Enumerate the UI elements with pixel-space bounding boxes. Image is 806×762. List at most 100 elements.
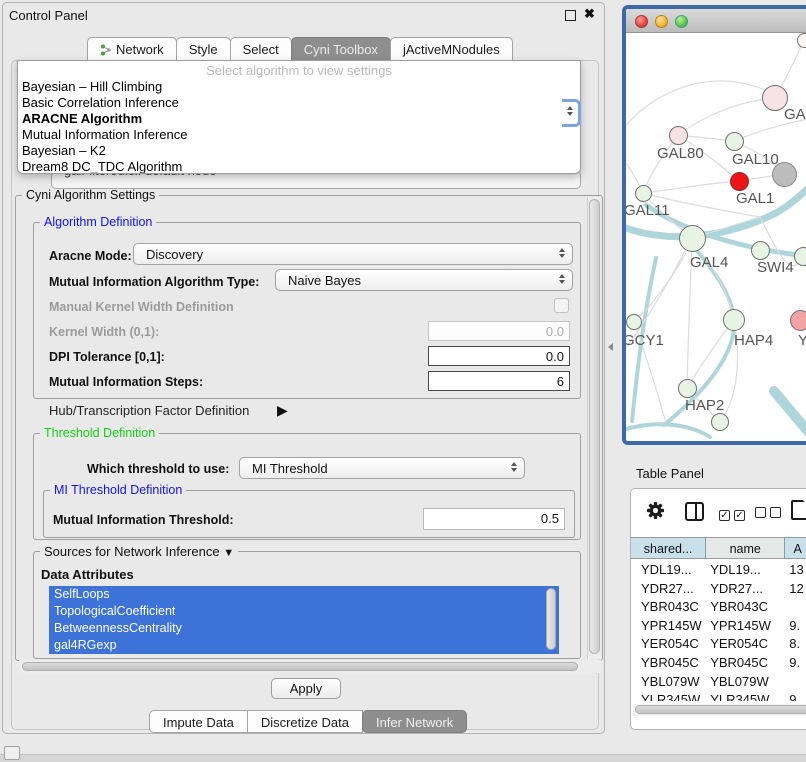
column-header-shared-name[interactable]: shared...	[631, 538, 706, 558]
cell: 9.	[785, 690, 806, 701]
cell: YBR043C	[631, 597, 706, 616]
tab-impute-data[interactable]: Impute Data	[149, 710, 248, 733]
table-row[interactable]: YER054CYER054C8.	[631, 634, 806, 653]
apply-button[interactable]: Apply	[271, 678, 341, 699]
gene-node-hap2[interactable]	[678, 379, 697, 398]
gene-node[interactable]	[797, 33, 806, 48]
attributes-scrollbar[interactable]	[546, 588, 556, 650]
minimize-traffic-light[interactable]	[655, 15, 668, 28]
gene-node-hap4[interactable]	[723, 309, 745, 331]
settings-hscrollbar-thumb[interactable]	[22, 662, 578, 671]
mi-steps-label: Mutual Information Steps:	[49, 375, 203, 389]
cell: YBL079W	[706, 672, 785, 691]
gene-node[interactable]	[794, 247, 806, 266]
settings-scrollbar-thumb[interactable]	[589, 199, 600, 654]
panel-divider-handle[interactable]	[608, 343, 613, 351]
algorithm-option[interactable]: Mutual Information Inference	[18, 127, 580, 143]
tab-infer-network[interactable]: Infer Network	[362, 710, 467, 733]
columns-icon[interactable]	[685, 502, 704, 521]
cell: 9.	[785, 653, 806, 672]
settings-scrollbar[interactable]	[587, 197, 601, 659]
tab-discretize-data[interactable]: Discretize Data	[247, 710, 363, 733]
deselect-all-checks-icon[interactable]	[755, 505, 785, 523]
dock-panel-icon[interactable]	[4, 746, 20, 760]
tab-select-label: Select	[243, 42, 279, 57]
algorithm-option[interactable]: Bayesian – Hill Climbing	[18, 79, 580, 95]
manual-kernel-checkbox[interactable]	[554, 298, 569, 313]
kernel-width-input[interactable]: 0.0	[428, 321, 570, 341]
gene-node[interactable]	[790, 310, 806, 331]
table-hscrollbar-thumb[interactable]	[635, 705, 806, 714]
attribute-item[interactable]: gal4RGexp	[49, 637, 559, 654]
algorithm-option[interactable]: Bayesian – K2	[18, 143, 580, 159]
attribute-item[interactable]: TopologicalCoefficient	[49, 603, 559, 620]
tab-select[interactable]: Select	[230, 37, 292, 61]
aracne-mode-combobox[interactable]: Discovery	[133, 243, 573, 265]
dpi-tolerance-label: DPI Tolerance [0,1]:	[49, 350, 165, 364]
gear-icon[interactable]	[646, 501, 665, 525]
table-hscrollbar[interactable]	[633, 704, 806, 716]
gene-node-gal80[interactable]	[669, 126, 688, 145]
close-traffic-light[interactable]	[635, 15, 648, 28]
file-icon[interactable]	[791, 500, 806, 520]
which-threshold-combobox[interactable]: MI Threshold	[239, 457, 525, 479]
settings-hscrollbar[interactable]	[19, 660, 601, 673]
gene-node-gcy1[interactable]	[626, 314, 642, 330]
node-label: HAP2	[685, 397, 724, 414]
hub-definition-toggle[interactable]: Hub/Transcription Factor Definition	[49, 403, 249, 418]
algorithm-option[interactable]: Basic Correlation Inference	[18, 95, 580, 111]
control-panel-tabbar: Network Style Select Cyni Toolbox jActiv…	[87, 37, 512, 61]
float-window-icon[interactable]	[565, 10, 576, 21]
gene-node-swi4[interactable]	[751, 241, 770, 260]
cell: YDR27...	[631, 579, 706, 598]
node-label: GAL1	[736, 190, 774, 207]
node-label: SWI4	[757, 259, 794, 276]
network-icon	[100, 44, 112, 56]
attribute-item[interactable]: SelfLoops	[49, 586, 559, 603]
close-icon[interactable]: ✖	[584, 6, 595, 22]
tab-jactivemnodules[interactable]: jActiveMNodules	[390, 37, 513, 61]
gene-node[interactable]	[711, 413, 729, 431]
mi-steps-input[interactable]: 6	[428, 371, 570, 391]
gene-node-gal4[interactable]	[679, 225, 706, 252]
data-attributes-list: SelfLoops TopologicalCoefficient Between…	[49, 586, 559, 654]
table-row[interactable]: YBR045CYBR045C9.	[631, 653, 806, 672]
column-header-3[interactable]: A	[785, 538, 806, 558]
hub-collapsed-arrow-icon[interactable]: ▶	[277, 402, 288, 419]
sources-group-title[interactable]: Sources for Network Inference ▼	[40, 544, 238, 559]
column-header-name[interactable]: name	[706, 538, 785, 558]
gene-node-gal11[interactable]	[635, 185, 652, 202]
table-row[interactable]: YBL079WYBL079W	[631, 672, 806, 691]
select-all-checks-icon[interactable]: ✓✓	[719, 505, 749, 523]
gene-node-gal10[interactable]	[725, 132, 744, 151]
table-row[interactable]: YDR27...YDR27...12	[631, 579, 806, 598]
tab-style[interactable]: Style	[176, 37, 231, 61]
mi-type-value: Naive Bayes	[288, 273, 361, 288]
table-row[interactable]: YLR345WYLR345W9.	[631, 690, 806, 701]
algorithm-option-selected[interactable]: ARACNE Algorithm	[18, 111, 580, 127]
algorithm-popup-placeholder: Select algorithm to view settings	[18, 61, 580, 79]
gene-node-gal1[interactable]	[730, 172, 749, 191]
algorithm-combobox-fragment[interactable]	[562, 99, 581, 127]
zoom-traffic-light[interactable]	[675, 15, 688, 28]
cell: YPR145W	[706, 616, 785, 635]
network-canvas[interactable]: GAL GAL80 GAL10 GAL1 GAL11 SWI4 GAL4 GCY…	[626, 33, 806, 441]
sources-expanded-arrow-icon: ▼	[223, 547, 234, 559]
table-row[interactable]: YDL19...YDL19...13	[631, 560, 806, 579]
tab-cyni-toolbox[interactable]: Cyni Toolbox	[291, 37, 391, 61]
attribute-item[interactable]: BetweennessCentrality	[49, 620, 559, 637]
cell: YBR043C	[706, 597, 785, 616]
mi-type-combobox[interactable]: Naive Bayes	[275, 269, 573, 291]
table-row[interactable]: YPR145WYPR145W9.	[631, 616, 806, 635]
network-window-titlebar[interactable]	[626, 9, 806, 33]
algorithm-popup: Select algorithm to view settings Bayesi…	[17, 60, 581, 174]
cell: YPR145W	[631, 616, 706, 635]
mi-threshold-input[interactable]: 0.5	[423, 508, 565, 530]
dpi-tolerance-input[interactable]: 0.0	[428, 346, 570, 366]
tab-network-label: Network	[116, 42, 164, 57]
tab-network[interactable]: Network	[87, 37, 177, 61]
tab-style-label: Style	[189, 42, 218, 57]
manual-kernel-label: Manual Kernel Width Definition	[49, 300, 234, 314]
algorithm-option[interactable]: Dream8 DC_TDC Algorithm	[18, 159, 580, 174]
table-row[interactable]: YBR043CYBR043C	[631, 597, 806, 616]
